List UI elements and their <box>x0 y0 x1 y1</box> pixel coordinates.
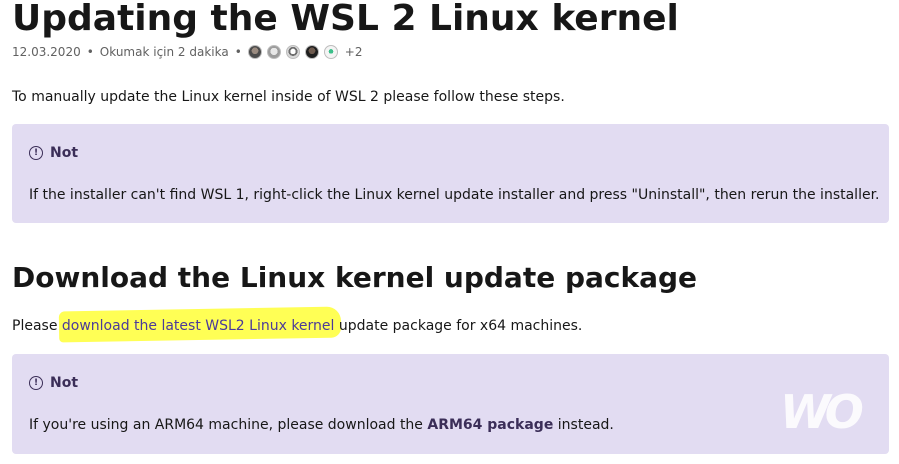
article-metadata: 12.03.2020 • Okumak için 2 dakika • +2 <box>12 43 363 61</box>
note-body-suffix: instead. <box>553 417 614 433</box>
contributor-avatar[interactable] <box>304 45 319 59</box>
note-title-text: Not <box>50 375 79 391</box>
download-paragraph: Please download the latest WSL2 Linux ke… <box>12 316 582 336</box>
page-title: Updating the WSL 2 Linux kernel <box>12 0 679 39</box>
download-paragraph-prefix: Please <box>12 318 62 334</box>
section-heading: Download the Linux kernel update package <box>12 261 698 294</box>
download-paragraph-suffix: update package for x64 machines. <box>334 318 583 334</box>
bullet-separator: • <box>234 45 242 59</box>
note-body-prefix: If you're using an ARM64 machine, please… <box>29 417 428 433</box>
note-title: ! Not <box>29 145 78 161</box>
note-body: If the installer can't find WSL 1, right… <box>29 187 880 203</box>
watermark-logo: WO <box>780 385 864 439</box>
contributor-avatar[interactable] <box>323 45 338 59</box>
contributor-avatar[interactable] <box>266 45 281 59</box>
note-title: ! Not <box>29 375 78 391</box>
contributors-list[interactable]: +2 <box>247 45 363 59</box>
info-circle-icon: ! <box>29 376 43 390</box>
note-title-text: Not <box>50 145 79 161</box>
intro-paragraph: To manually update the Linux kernel insi… <box>12 89 565 105</box>
note-callout: ! Not If the installer can't find WSL 1,… <box>12 124 889 223</box>
more-contributors-link[interactable]: +2 <box>345 45 363 59</box>
note-body: If you're using an ARM64 machine, please… <box>29 415 614 435</box>
contributor-avatar[interactable] <box>285 45 300 59</box>
download-kernel-link[interactable]: download the latest WSL2 Linux kernel <box>62 318 335 334</box>
article-date: 12.03.2020 <box>12 45 81 59</box>
arm64-package-link[interactable]: ARM64 package <box>427 417 553 433</box>
read-time: Okumak için 2 dakika <box>99 45 229 59</box>
note-callout: ! Not If you're using an ARM64 machine, … <box>12 354 889 454</box>
info-circle-icon: ! <box>29 146 43 160</box>
contributor-avatar[interactable] <box>247 45 262 59</box>
bullet-separator: • <box>86 45 94 59</box>
